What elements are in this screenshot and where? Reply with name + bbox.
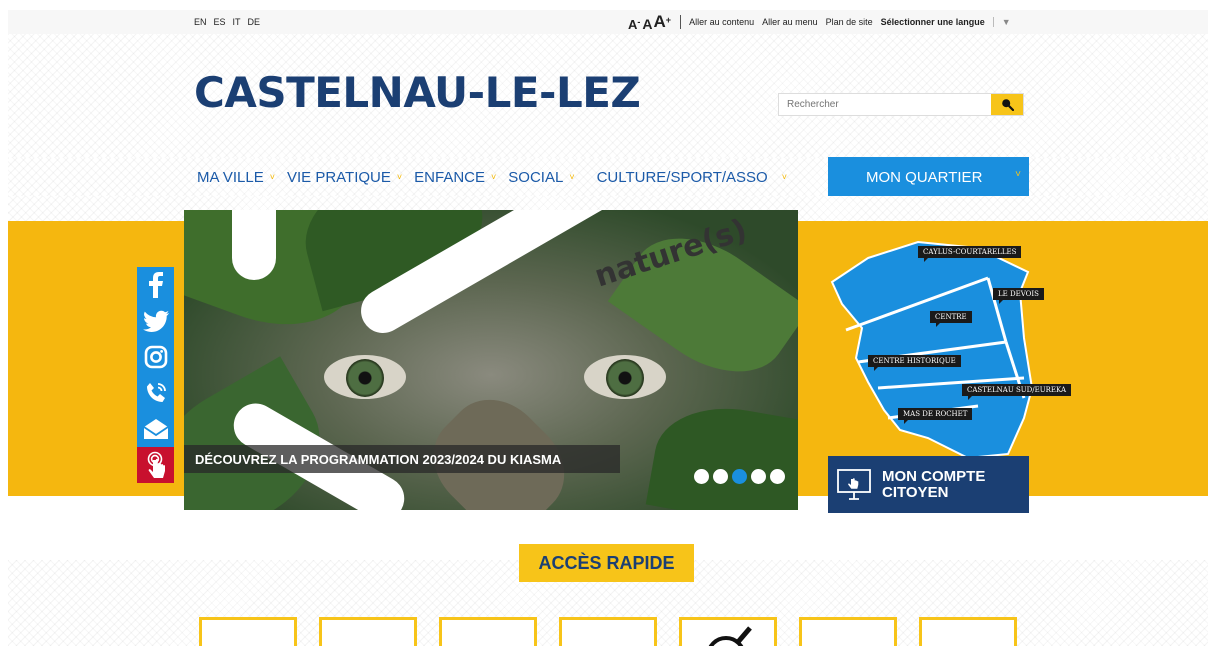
twitter-button[interactable] <box>137 303 174 339</box>
chevron-down-icon: ˅ <box>491 172 497 182</box>
lang-de[interactable]: DE <box>248 17 261 27</box>
lang-es[interactable]: ES <box>214 17 226 27</box>
nav-label: SOCIAL <box>508 168 564 186</box>
phone-button[interactable] <box>137 375 174 411</box>
lang-en[interactable]: EN <box>194 17 207 27</box>
search-icon <box>1001 99 1014 111</box>
search-button[interactable] <box>991 94 1023 115</box>
leaf-decoration <box>645 396 798 510</box>
nav-item-mon-quartier[interactable]: MON QUARTIER ˅ <box>828 157 1029 197</box>
quick-access-tile[interactable] <box>799 617 897 646</box>
nav-item-ma-ville[interactable]: MA VILLE ˅ <box>197 169 287 186</box>
sitemap-link[interactable]: Plan de site <box>826 17 873 27</box>
search-input[interactable] <box>779 94 991 115</box>
facebook-icon <box>148 272 163 298</box>
font-decrease-button[interactable]: A- <box>628 17 641 32</box>
site-header: CASTELNAU-LE-LEZ <box>8 34 1208 158</box>
nav-label: MON QUARTIER <box>866 168 983 186</box>
instagram-icon <box>144 345 167 369</box>
eye-left <box>324 355 406 399</box>
phone-icon <box>146 383 166 402</box>
nav-label: VIE PRATIQUE <box>286 168 391 186</box>
nav-label: CULTURE/SPORT/ASSO <box>596 168 768 186</box>
search-box <box>778 93 1024 116</box>
map-label-le-devois[interactable]: LE DEVOIS <box>993 288 1044 304</box>
computer-touch-icon <box>837 468 871 500</box>
nav-item-social[interactable]: SOCIAL ˅ <box>508 169 586 186</box>
compte-label: MON COMPTE CITOYEN <box>882 467 986 501</box>
select-language-link[interactable]: Sélectionner une langue <box>881 17 985 27</box>
slider-dot[interactable] <box>694 469 709 484</box>
slider-dot[interactable] <box>713 469 728 484</box>
utility-links: A- A A+ Aller au contenu Aller au menu P… <box>628 12 1011 32</box>
target-icon <box>708 626 752 646</box>
touch-icon <box>147 451 165 478</box>
mail-icon <box>143 419 168 439</box>
skip-to-menu-link[interactable]: Aller au menu <box>762 17 818 27</box>
nav-item-enfance[interactable]: ENFANCE ˅ <box>414 169 508 186</box>
font-size-controls: A- A A+ <box>628 12 672 32</box>
quick-access-tile[interactable] <box>199 617 297 646</box>
slider-dot[interactable] <box>751 469 766 484</box>
nav-label: MA VILLE <box>197 168 264 186</box>
quick-access-tile[interactable] <box>679 617 777 646</box>
eye-right <box>584 355 666 399</box>
chevron-down-icon: ˅ <box>269 172 275 182</box>
mail-button[interactable] <box>137 411 174 447</box>
skip-to-content-link[interactable]: Aller au contenu <box>689 17 754 27</box>
instagram-button[interactable] <box>137 339 174 375</box>
social-bar <box>137 267 174 483</box>
site-logo[interactable]: CASTELNAU-LE-LEZ <box>194 68 641 117</box>
slider-dot[interactable] <box>770 469 785 484</box>
top-utility-bar: EN ES IT DE A- A A+ Aller au contenu All… <box>8 10 1208 34</box>
language-links: EN ES IT DE <box>194 17 260 27</box>
chevron-down-icon: ˅ <box>781 172 787 182</box>
chevron-down-icon: ˅ <box>396 172 403 182</box>
contact-button[interactable] <box>137 447 174 483</box>
nav-item-vie-pratique[interactable]: VIE PRATIQUE ˅ <box>287 169 414 186</box>
quick-access-tiles <box>199 617 1017 646</box>
chevron-down-icon: ˅ <box>569 172 575 182</box>
slide-caption[interactable]: DÉCOUVREZ LA PROGRAMMATION 2023/2024 DU … <box>184 445 620 473</box>
map-label-caylus[interactable]: CAYLUS-COURTARELLES <box>918 246 1022 262</box>
quick-access-tile[interactable] <box>439 617 537 646</box>
divider <box>680 15 682 29</box>
slider-dot-active[interactable] <box>732 469 747 484</box>
facebook-button[interactable] <box>137 267 174 303</box>
nav-label: ENFANCE <box>414 168 486 186</box>
font-reset-button[interactable]: A <box>642 16 652 32</box>
quick-access-tile[interactable] <box>319 617 417 646</box>
quick-access-tile[interactable] <box>919 617 1017 646</box>
divider <box>992 17 994 27</box>
chevron-down-icon: ˅ <box>1015 169 1021 180</box>
font-increase-button[interactable]: A+ <box>654 12 673 32</box>
quick-access-tile[interactable] <box>559 617 657 646</box>
map-label-mas-de-rochet[interactable]: MAS DE ROCHET <box>898 408 973 424</box>
district-map-shape <box>830 240 1034 458</box>
twitter-icon <box>142 310 169 332</box>
main-navigation: MA VILLE ˅ VIE PRATIQUE ˅ ENFANCE ˅ SOCI… <box>8 157 1208 197</box>
district-map[interactable]: CAYLUS-COURTARELLES LE DEVOIS CENTRE CEN… <box>828 238 1074 458</box>
slider-dots <box>694 469 785 484</box>
map-label-centre[interactable]: CENTRE <box>930 311 972 327</box>
lang-it[interactable]: IT <box>233 17 241 27</box>
language-dropdown-caret[interactable]: ▼ <box>1002 17 1011 27</box>
map-label-castelnau-sud[interactable]: CASTELNAU SUD/EUREKA <box>962 384 1071 400</box>
acces-rapide-title: ACCÈS RAPIDE <box>519 544 694 582</box>
decorative-stripe <box>232 210 276 280</box>
map-label-centre-historique[interactable]: CENTRE HISTORIQUE <box>868 355 961 371</box>
nav-item-culture-sport-asso[interactable]: CULTURE/SPORT/ASSO ˅ <box>597 169 799 186</box>
mon-compte-citoyen-button[interactable]: MON COMPTE CITOYEN <box>828 456 1029 513</box>
